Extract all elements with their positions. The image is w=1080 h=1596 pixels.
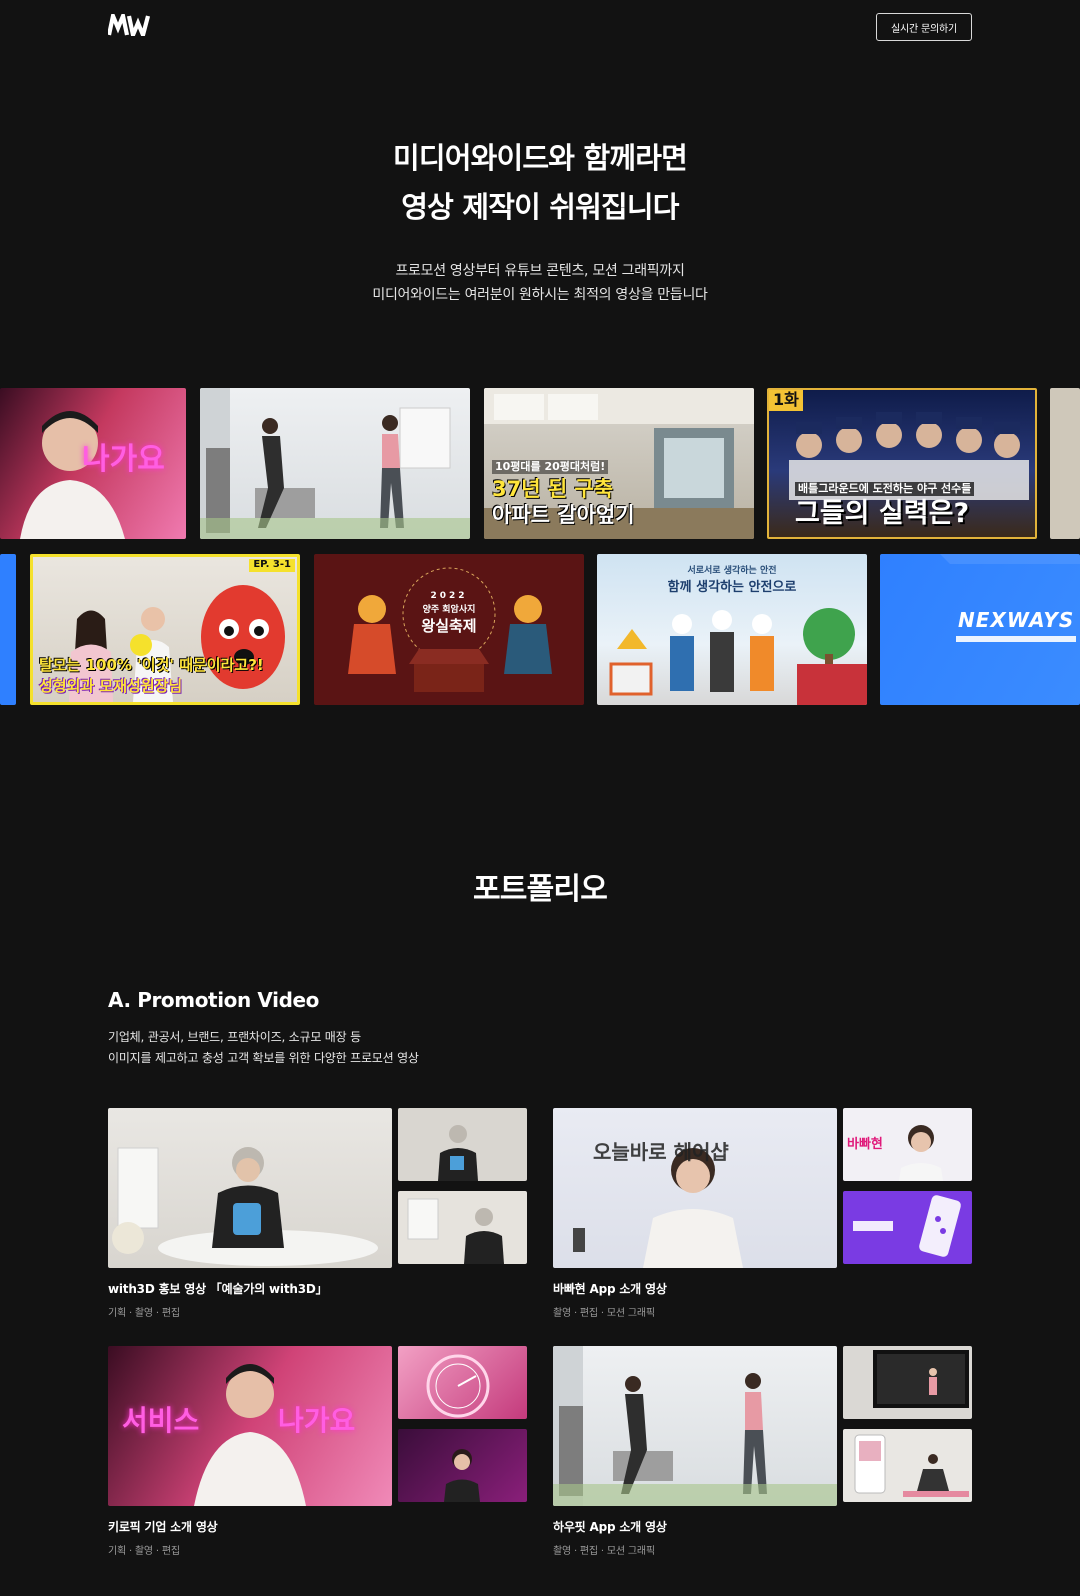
card-thumb-text-right: 나가요 [278,1404,356,1437]
showcase-thumb-apartment[interactable]: 서로서로 생각하는 안전 10평대를 20평대처럼! 37년 된 구축 아파트 … [484,388,754,539]
showcase-thumb-nexways[interactable]: NEXWAYS [880,554,1080,705]
showcase-thumb-festival[interactable]: 2022 양주 회암사지 왕실축제 [314,554,584,705]
showcase-caption-small: 배틀그라운드에 도전하는 야구 선수들 [795,482,975,496]
card-title[interactable]: 하우핏 App 소개 영상 [553,1518,667,1535]
category-description-line1: 기업체, 관공서, 브랜드, 프랜차이즈, 소규모 매장 등 [108,1030,361,1044]
card-side-thumbnail[interactable] [398,1429,527,1502]
hero-subtitle-line1: 프로모션 영상부터 유튜브 콘텐츠, 모션 그래픽까지 [395,263,685,279]
card-side-thumbnail[interactable] [398,1108,527,1181]
showcase-thumb-safety[interactable]: 서로서로 생각하는 안전 함께 생각하는 안전으로 [597,554,867,705]
showcase-thumb-partial[interactable] [1050,388,1080,539]
card-title[interactable]: with3D 홍보 영상 「예술가의 with3D」 [108,1280,328,1297]
showcase-caption-line1: 함께 생각하는 안전으로 [667,580,797,595]
showcase-caption-small: 서로서로 생각하는 안전 [687,566,777,576]
card-side-thumbnail[interactable] [398,1191,527,1264]
showcase-badge: 1화 [769,390,803,411]
showcase-caption-line2: 왕실축제 [421,617,477,635]
logo[interactable] [108,14,152,36]
card-side-thumbnail[interactable] [398,1346,527,1419]
card-thumb-text-left: 서비스 [122,1404,200,1437]
card-side-thumbnail[interactable]: 바빠현 [843,1108,972,1181]
hero-subtitle-line2: 미디어와이드는 여러분이 원하시는 최적의 영상을 만듭니다 [372,287,708,303]
portfolio-card[interactable]: 서비스 나가요 키로픽 기업 소개 영상 기획 · 촬영 · 편집 [108,1346,527,1571]
showcase-caption-line1: 양주 회암사지 [422,605,476,615]
card-tags: 촬영 · 편집 · 모션 그래픽 [553,1308,655,1319]
showcase-thumb-baseball[interactable]: 1화 배틀그라운드에 도전하는 야구 선수들 그들의 실력은? [767,388,1037,539]
showcase-thumb-partial-blue[interactable] [0,554,16,705]
portfolio-section-title: 포트폴리오 [473,872,608,907]
hero-title-line1: 미디어와이드와 함께라면 [393,141,688,175]
card-title[interactable]: 바빠현 App 소개 영상 [553,1280,667,1297]
card-side-thumbnail[interactable] [843,1346,972,1419]
portfolio-card[interactable]: 하우핏 App 소개 영상 촬영 · 편집 · 모션 그래픽 [553,1346,972,1571]
showcase-thumb-clinic[interactable]: EP. 3-1 탈모는 100% '이것' 때문이라고?! 성형외과 모재성원장… [30,554,300,705]
showcase-caption: 나가요 [82,442,165,477]
category-title: A. Promotion Video [108,988,320,1012]
showcase-caption-small: 2022 [430,591,468,601]
showcase-thumb-fitness[interactable] [200,388,470,539]
contact-button[interactable]: 실시간 문의하기 [876,13,972,41]
showcase-caption-line1: 탈모는 100% '이것' 때문이라고?! [39,656,264,674]
card-side-thumbnail[interactable] [843,1429,972,1502]
card-side-thumbnail[interactable] [843,1191,972,1264]
portfolio-card[interactable]: with3D 홍보 영상 「예술가의 with3D」 기획 · 촬영 · 편집 [108,1108,527,1333]
card-thumb-text: 오늘바로 헤어샵 [593,1140,729,1164]
showcase-thumb-kiropick[interactable]: 나가요 [0,388,186,539]
card-main-thumbnail[interactable]: 서비스 나가요 [108,1346,392,1506]
card-tags: 기획 · 촬영 · 편집 [108,1308,180,1319]
hero-title-line2: 영상 제작이 쉬워집니다 [401,190,679,224]
card-side-text: 바빠현 [847,1137,883,1152]
showcase-caption-line1: 그들의 실력은? [795,498,970,529]
category-description-line2: 이미지를 제고하고 충성 고객 확보를 위한 다양한 프로모션 영상 [108,1051,419,1065]
portfolio-card[interactable]: 오늘바로 헤어샵 바빠현 바빠현 App 소개 영상 촬영 · 편집 · 모션 … [553,1108,972,1333]
card-tags: 기획 · 촬영 · 편집 [108,1546,180,1557]
card-main-thumbnail[interactable] [108,1108,392,1268]
showcase-caption-line1: 37년 된 구축 [492,477,614,501]
card-main-thumbnail[interactable]: 오늘바로 헤어샵 [553,1108,837,1268]
card-tags: 촬영 · 편집 · 모션 그래픽 [553,1546,655,1557]
showcase-caption-line2: 성형외과 모재성원장님 [39,677,183,695]
card-title[interactable]: 키로픽 기업 소개 영상 [108,1518,218,1535]
showcase-caption-small: 10평대를 20평대처럼! [492,460,609,474]
card-main-thumbnail[interactable] [553,1346,837,1506]
showcase-badge: EP. 3-1 [249,559,295,572]
showcase-caption-line2: 아파트 갈아엎기 [492,503,635,527]
showcase-caption-line1: NEXWAYS [958,608,1075,632]
